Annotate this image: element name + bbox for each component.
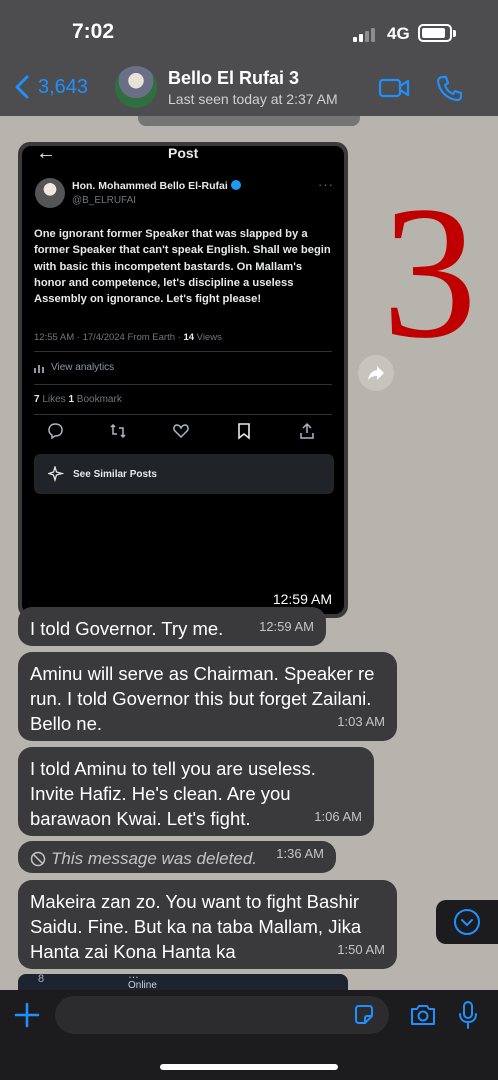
tweet-views-count: 14 <box>183 332 195 343</box>
message-time: 12:59 AM <box>272 591 332 607</box>
partial-image-message[interactable]: 8 … Online <box>18 974 348 990</box>
message-input-bar <box>0 990 498 1080</box>
contact-name[interactable]: Bello El Rufai 3 <box>168 68 299 89</box>
divider <box>34 351 332 352</box>
camera-icon[interactable] <box>409 1002 437 1028</box>
unread-count: 3,643 <box>38 75 89 98</box>
message-time: 1:36 AM <box>276 846 324 861</box>
status-bar: 7:02 4G <box>0 0 498 60</box>
cellular-signal-icon <box>353 26 379 42</box>
see-similar-posts: See Similar Posts <box>34 454 334 494</box>
more-options-icon: ··· <box>318 177 334 192</box>
message-text: Makeira zan zo. You want to fight Bashir… <box>30 891 362 962</box>
tweet-analytics: View analytics <box>34 362 114 373</box>
prohibited-icon <box>30 851 46 866</box>
message-bubble[interactable]: Aminu will serve as Chairman. Speaker re… <box>18 652 397 741</box>
likes-label: Likes <box>39 394 69 405</box>
bar-chart-icon <box>34 364 44 373</box>
tweet-views-label: Views <box>194 332 222 343</box>
status-time: 7:02 <box>72 20 115 43</box>
tweet-text: One ignorant former Speaker that was sla… <box>34 228 331 306</box>
divider <box>34 414 332 415</box>
sparkle-icon <box>48 466 64 482</box>
chat-area[interactable]: ← Post Hon. Mohammed Bello El-Rufai @B_E… <box>0 116 498 990</box>
tweet-handle: @B_ELRUFAI <box>72 195 137 206</box>
message-time: 1:50 AM <box>337 942 385 957</box>
message-text: I told Aminu to tell you are useless. In… <box>30 758 316 829</box>
last-seen-status: Last seen today at 2:37 AM <box>168 91 338 107</box>
tweet-screenshot[interactable]: ← Post Hon. Mohammed Bello El-Rufai @B_E… <box>22 146 344 614</box>
peek-status: Online <box>128 980 157 990</box>
previous-system-message <box>138 116 360 126</box>
message-time: 1:06 AM <box>314 809 362 824</box>
analytics-label: View analytics <box>51 362 115 373</box>
overlay-number: 3 <box>382 168 477 378</box>
tweet-meta: 12:55 AM · 17/4/2024 From Earth · 14 Vie… <box>34 332 222 343</box>
network-type: 4G <box>387 24 410 43</box>
tweet-screen-title: Post <box>168 146 199 161</box>
back-button[interactable]: 3,643 <box>12 72 88 102</box>
avatar[interactable] <box>115 66 157 108</box>
chat-header: 3,643 Bello El Rufai 3 Last seen today a… <box>0 60 498 116</box>
tweet-author-name: Hon. Mohammed Bello El-Rufai <box>72 180 228 192</box>
chevron-left-icon <box>15 75 29 99</box>
tweet-author: Hon. Mohammed Bello El-Rufai <box>72 180 241 192</box>
message-bubble[interactable]: I told Aminu to tell you are useless. In… <box>18 747 374 836</box>
peek-count: 8 <box>38 974 45 985</box>
repost-icon <box>110 423 126 439</box>
phone-call-icon[interactable] <box>436 74 462 102</box>
battery-icon <box>418 24 456 42</box>
chevron-down-circle-icon <box>454 909 480 935</box>
verified-badge-icon <box>230 180 241 190</box>
tweet-meta-text: 12:55 AM · 17/4/2024 From Earth · <box>34 332 184 343</box>
message-input[interactable] <box>55 996 389 1034</box>
message-time: 1:03 AM <box>337 714 385 729</box>
bookmark-icon <box>238 423 250 440</box>
divider <box>34 384 332 385</box>
scroll-to-bottom-button[interactable] <box>436 900 498 944</box>
tweet-author-avatar <box>35 178 65 208</box>
like-heart-icon <box>173 424 189 439</box>
bookmarks-label: Bookmark <box>74 394 122 405</box>
message-bubble[interactable]: I told Governor. Try me. 12:59 AM <box>18 607 326 646</box>
reply-icon <box>48 423 63 440</box>
sticker-icon[interactable] <box>352 1003 376 1027</box>
similar-posts-label: See Similar Posts <box>73 468 157 480</box>
message-time: 12:59 AM <box>259 619 314 634</box>
message-bubble[interactable]: Makeira zan zo. You want to fight Bashir… <box>18 880 397 969</box>
home-indicator <box>160 1064 338 1070</box>
video-call-icon[interactable] <box>378 76 410 100</box>
share-icon <box>300 422 314 439</box>
tweet-stats: 7 Likes 1 Bookmark <box>34 394 122 405</box>
image-message-bubble[interactable]: ← Post Hon. Mohammed Bello El-Rufai @B_E… <box>18 142 348 618</box>
tweet-actions <box>46 422 316 442</box>
message-text: Aminu will serve as Chairman. Speaker re… <box>30 663 375 734</box>
microphone-icon[interactable] <box>457 1000 479 1030</box>
message-text: This message was deleted. <box>51 849 257 868</box>
plus-icon[interactable] <box>12 1000 42 1030</box>
arrow-left-icon: ← <box>36 146 56 164</box>
deleted-message-bubble[interactable]: This message was deleted. 1:36 AM <box>18 841 336 873</box>
